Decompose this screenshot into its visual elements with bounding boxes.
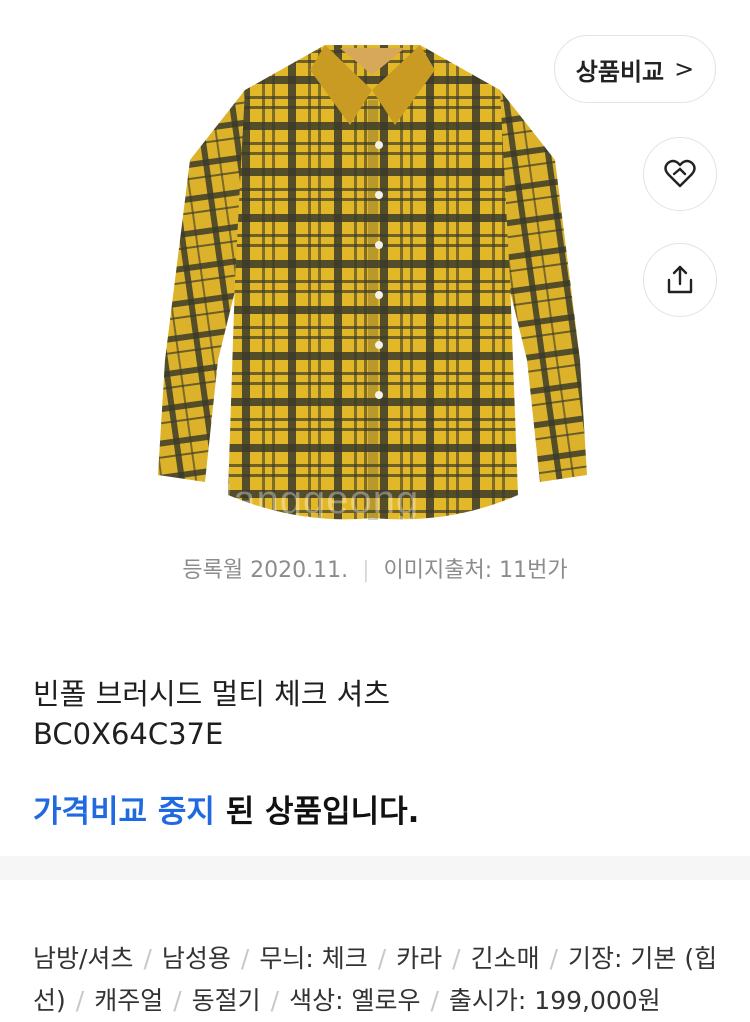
chevron-right-icon: > <box>674 55 695 83</box>
spec-item: 카라 <box>396 944 443 973</box>
spec-item: 색상: 옐로우 <box>289 986 421 1015</box>
spec-separator: / <box>549 944 559 973</box>
meta-divider: | <box>362 558 370 583</box>
spec-item: 동절기 <box>191 986 261 1015</box>
product-image <box>158 45 587 520</box>
spec-separator: / <box>430 986 439 1015</box>
compare-button-label: 상품비교 <box>575 57 665 86</box>
wishlist-button[interactable] <box>643 137 717 211</box>
spec-separator: / <box>377 944 387 973</box>
product-status: 가격비교 중지 된 상품입니다. <box>33 786 419 831</box>
section-divider <box>0 856 750 880</box>
product-name: 빈폴 브러시드 멀티 체크 셔츠 <box>33 677 391 711</box>
spec-item: 남성용 <box>161 944 231 973</box>
product-model-code: BC0X64C37E <box>33 717 224 751</box>
spec-item: 무늬: 체크 <box>259 944 368 973</box>
image-source: 이미지출처: 11번가 <box>383 558 568 583</box>
spec-separator: / <box>75 986 85 1015</box>
share-button[interactable] <box>643 243 717 317</box>
status-highlight: 가격비교 중지 <box>33 794 215 830</box>
spec-separator: / <box>270 986 280 1015</box>
spec-item: 남방/셔츠 <box>33 944 134 973</box>
share-icon <box>667 265 693 294</box>
product-specs: 남방/셔츠 / 남성용 / 무늬: 체크 / 카라 / 긴소매 / 기장: 기본 (힙선) / 캐주얼 /… <box>33 938 723 1022</box>
image-meta: 등록월 2020.11. | 이미지출처: 11번가 <box>0 552 750 584</box>
heart-icon <box>664 159 696 188</box>
spec-separator: / <box>240 944 250 973</box>
spec-item: 캐주얼 <box>94 986 164 1015</box>
compare-button[interactable]: 상품비교 > <box>554 35 716 103</box>
status-text: 된 상품입니다. <box>214 794 420 830</box>
spec-item: 긴소매 <box>470 944 540 973</box>
registered-month: 등록월 2020.11. <box>182 558 349 583</box>
product-title: 빈폴 브러시드 멀티 체크 셔츠 BC0X64C37E <box>33 674 390 754</box>
spec-item: 출시가: 199,000원 <box>448 986 661 1015</box>
spec-separator: / <box>452 944 461 973</box>
spec-separator: / <box>173 986 182 1015</box>
spec-separator: / <box>143 944 152 973</box>
image-watermark: danggeong <box>210 478 420 522</box>
